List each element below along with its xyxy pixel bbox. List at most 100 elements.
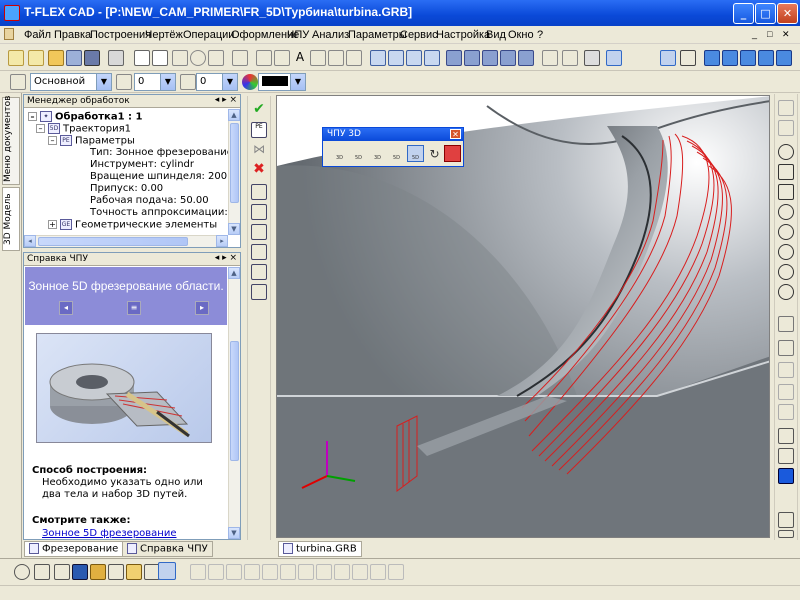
snap-8-icon[interactable] [316,564,332,580]
help-see-also-link[interactable]: Зонное 5D фрезерование [42,528,177,539]
dimension-icon[interactable] [274,50,290,66]
tab-document-turbina[interactable]: turbina.GRB [278,541,362,557]
zoom-out-icon[interactable] [778,204,794,220]
roughness-icon[interactable] [328,50,344,66]
help-contents-button[interactable]: ≡ [127,301,141,315]
view-front-icon[interactable] [704,50,720,66]
view-top-icon[interactable] [722,50,738,66]
snap-11-icon[interactable] [370,564,386,580]
menu-operations[interactable]: Операции [183,29,234,41]
3d-path-icon[interactable] [424,50,440,66]
snap-1-icon[interactable] [190,564,206,580]
light-icon[interactable] [778,362,794,378]
regenerate-icon[interactable] [14,564,30,580]
save-cnc-icon[interactable] [72,564,88,580]
snap-6-icon[interactable] [280,564,296,580]
view-axon-icon[interactable] [776,50,792,66]
snap-4-icon[interactable] [244,564,260,580]
3d-profile-icon[interactable] [406,50,422,66]
camera-icon[interactable] [778,404,794,420]
scroll-thumb[interactable] [230,341,239,461]
tab-documents-menu[interactable]: Меню документов [2,96,20,185]
redo-icon[interactable] [152,50,168,66]
app-icon[interactable] [4,5,20,21]
simulate-icon[interactable] [251,224,267,240]
close-icon[interactable]: ✕ [450,129,461,139]
rotate-icon[interactable] [464,50,480,66]
3d-node-icon[interactable] [388,50,404,66]
cnc-panel-icon[interactable] [158,562,176,580]
loft-icon[interactable] [482,50,498,66]
snap-5-icon[interactable] [262,564,278,580]
tree-item[interactable]: Вращение шпинделя: 200.00 об/ми [90,171,228,183]
minimize-button[interactable]: _ [733,3,754,24]
menu-window[interactable]: Окно [508,29,534,41]
check-icon[interactable]: ✔ [251,102,267,118]
cnc-3d-zone-button[interactable]: 3D [331,145,348,162]
help-vertical-scrollbar[interactable]: ▲ ▼ [228,267,240,539]
scroll-right-icon[interactable]: ▸ [216,235,228,247]
menu-analysis[interactable]: Анализ [312,29,349,41]
save-all-icon[interactable] [84,50,100,66]
cnc-3d-contour-button[interactable]: 3D [369,145,386,162]
new-3d-icon[interactable] [28,50,44,66]
panel-controls[interactable]: ◂ ▸ × [215,253,237,263]
cnc-5d-zone-button[interactable]: 5D [350,145,367,162]
view-iso-icon[interactable] [758,50,774,66]
material-icon[interactable] [778,384,794,400]
menu-view[interactable]: Вид [486,29,506,41]
rotate-view-icon[interactable] [778,120,794,136]
menu-drawing[interactable]: Чертёж [145,29,183,41]
extrude-icon[interactable] [446,50,462,66]
tree-item[interactable]: Тип: Зонное фрезерование [90,147,228,159]
tree-icon[interactable] [54,564,70,580]
new-icon[interactable] [8,50,24,66]
view-left-icon[interactable] [740,50,756,66]
tree-item[interactable]: + GE Геометрические элементы [48,219,217,231]
node-icon[interactable] [208,50,224,66]
sketch-icon[interactable] [232,50,248,66]
scroll-up-icon[interactable]: ▲ [228,109,240,121]
scroll-down-icon[interactable]: ▼ [228,527,240,539]
line-icon[interactable] [172,50,188,66]
report-icon[interactable] [251,284,267,300]
zoom-fit-icon[interactable] [778,164,794,180]
mdi-minimize-button[interactable]: _ [752,29,757,39]
boolean-icon[interactable] [518,50,534,66]
level-select[interactable]: 0 ▼ [134,73,176,91]
tree-item[interactable]: – ✦ Обработка1 : 1 [28,111,142,123]
wireframe-icon[interactable] [778,448,794,464]
cancel-icon[interactable]: ✖ [251,162,267,178]
axes-icon[interactable] [778,512,794,528]
menu-settings[interactable]: Настройка [436,29,490,41]
priority-select[interactable]: 0 ▼ [196,73,238,91]
edit-icon[interactable] [126,564,142,580]
tree-item[interactable]: Точность аппроксимации: 0.10 [90,207,228,219]
zoom-in-icon[interactable] [778,144,794,160]
cnc-stop-icon[interactable] [444,145,461,162]
snap-10-icon[interactable] [352,564,368,580]
zoom-dynamic-icon[interactable] [778,224,794,240]
pen-icon[interactable] [256,50,272,66]
postprocessor-icon[interactable] [108,564,124,580]
gcode-icon[interactable] [251,264,267,280]
cnc-rotate-icon[interactable]: ↻ [426,145,443,162]
branch-icon[interactable]: ⋈ [251,142,267,158]
snap-7-icon[interactable] [298,564,314,580]
verify-icon[interactable] [251,244,267,260]
calculator-icon[interactable] [584,50,600,66]
hatch-icon[interactable] [310,50,326,66]
workplane-icon[interactable] [370,50,386,66]
pan-icon[interactable] [778,100,794,116]
sweep-icon[interactable] [500,50,516,66]
zoom-window-icon[interactable] [778,184,794,200]
scroll-down-icon[interactable]: ▼ [228,223,240,235]
tool-library-icon[interactable] [90,564,106,580]
shading-icon[interactable] [778,428,794,444]
params-icon[interactable]: PE [251,122,267,138]
menu-service[interactable]: Сервис [400,29,438,41]
cnc-list-icon[interactable] [34,564,50,580]
circle-icon[interactable] [190,50,206,66]
render-mode-icon[interactable] [778,468,794,484]
scroll-up-icon[interactable]: ▲ [228,267,240,279]
